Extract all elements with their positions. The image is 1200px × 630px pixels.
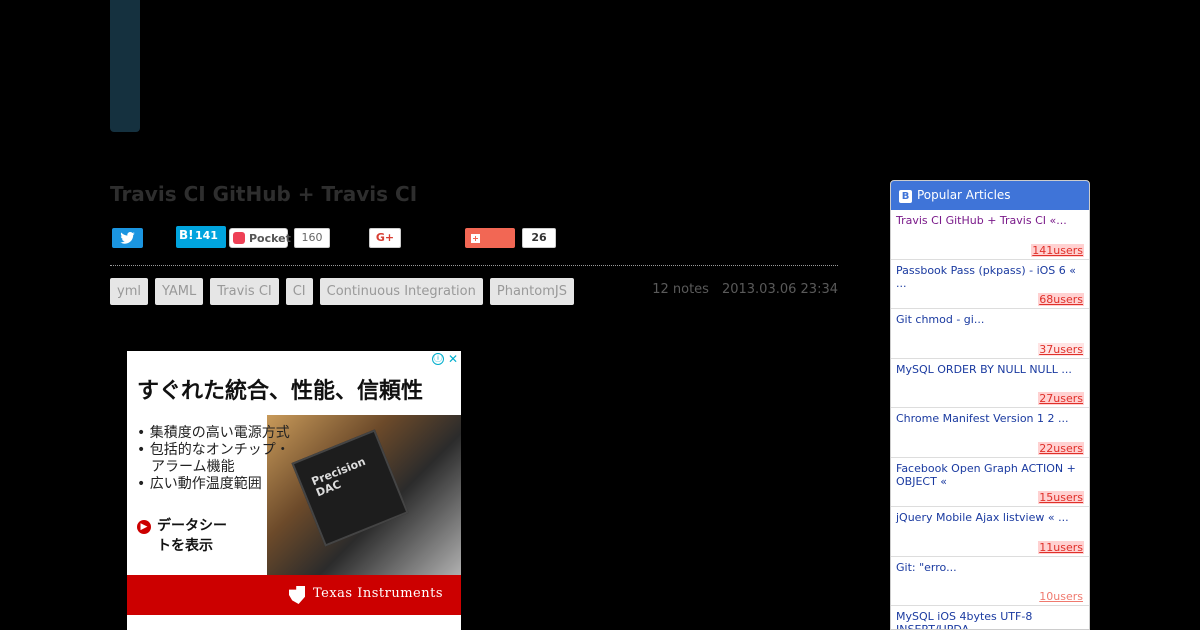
article-link[interactable]: Chrome Manifest Version 1 2 ... [896, 412, 1082, 425]
list-item: Facebook Open Graph ACTION + OBJECT « 15u… [891, 457, 1089, 507]
bookmark-users-link[interactable]: 15users [1038, 491, 1084, 504]
list-item: Chrome Manifest Version 1 2 ... 22users [891, 408, 1089, 458]
twitter-share-button[interactable] [112, 228, 143, 248]
bookmark-users-link[interactable]: 37users [1038, 342, 1084, 356]
google-plus-button[interactable]: G+ [369, 228, 401, 248]
post-title[interactable]: Travis CI GitHub + Travis CI [110, 182, 417, 206]
post-meta: 12 notes 2013.03.06 23:34 [652, 282, 838, 297]
ad-brand-bar: Texas Instruments [127, 575, 461, 615]
article-link[interactable]: jQuery Mobile Ajax listview « ... [896, 511, 1082, 524]
article-link[interactable]: MySQL ORDER BY NULL NULL ... [896, 363, 1082, 376]
twitter-bird-icon [120, 232, 135, 244]
tag-link[interactable]: Travis CI [210, 278, 279, 305]
bookmark-users-link[interactable]: 141users [1031, 243, 1084, 257]
ad-brand-name: Texas Instruments [313, 586, 444, 601]
plus-share-button[interactable] [465, 228, 515, 248]
tag-link[interactable]: CI [285, 278, 313, 305]
tag-link[interactable]: Continuous Integration [319, 278, 483, 305]
close-icon[interactable]: ✕ [448, 352, 458, 366]
ad-info-icon[interactable]: ⓘ [432, 353, 444, 365]
chip-body: Precision DAC [291, 429, 409, 547]
hatena-mark: B! [179, 228, 194, 242]
cta-line: トを表示 [157, 538, 213, 554]
ad-bullet: • 広い動作温度範囲 [137, 476, 262, 492]
divider [110, 265, 838, 266]
ad-headline: すぐれた統合、性能、信頼性 [137, 379, 424, 404]
popular-articles-widget: B Popular Articles Travis CI GitHub + Tra… [890, 180, 1090, 630]
pocket-button[interactable]: Pocket [229, 228, 291, 248]
arrow-right-icon: ▶ [137, 520, 151, 534]
tag-list: yml YAML Travis CI CI Continuous Integra… [110, 278, 581, 305]
texas-instruments-logo-icon [289, 586, 305, 604]
bookmark-users-link[interactable]: 68users [1038, 293, 1084, 306]
article-link[interactable]: Passbook Pass (pkpass) - iOS 6 « ... [896, 264, 1082, 290]
ad-choices[interactable]: ⓘ ✕ [429, 351, 461, 367]
list-item: Git: "erro... 10users [891, 556, 1089, 606]
list-item: jQuery Mobile Ajax listview « ... 11users [891, 507, 1089, 557]
list-item: MySQL ORDER BY NULL NULL ... 27users [891, 358, 1089, 408]
list-item: Passbook Pass (pkpass) - iOS 6 « ... 68us… [891, 259, 1089, 309]
share-buttons: B! 141 Pocket 160 G+ 26 [110, 226, 590, 250]
ad-bullet: • 集積度の高い電源方式 [137, 425, 290, 441]
article-link[interactable]: Git: "erro... [896, 561, 1082, 574]
tag-link[interactable]: PhantomJS [489, 278, 574, 305]
plus-share-count: 26 [522, 228, 556, 248]
datasheet-link[interactable]: ▶ データシー トを表示 [137, 516, 227, 556]
widget-header: B Popular Articles [891, 181, 1089, 210]
post-date-link[interactable]: 2013.03.06 23:34 [722, 282, 838, 297]
tag-link[interactable]: YAML [154, 278, 204, 305]
advertisement-banner[interactable]: ⓘ ✕ すぐれた統合、性能、信頼性 Precision DAC • 集積度の高い… [127, 351, 461, 630]
hatena-b-icon: B [899, 190, 912, 203]
ad-bullet: • 包括的なオンチップ・ [137, 442, 290, 458]
chip-image: Precision DAC [267, 415, 461, 575]
bookmark-users-link[interactable]: 10users [1038, 590, 1084, 603]
ad-bullets: • 集積度の高い電源方式 • 包括的なオンチップ・ アラーム機能 • 広い動作温… [137, 425, 290, 493]
article-link[interactable]: Git chmod - gi... [896, 313, 1082, 326]
popular-articles-list: Travis CI GitHub + Travis CI «... 141user… [891, 210, 1089, 629]
bookmark-users-link[interactable]: 22users [1038, 441, 1084, 455]
plus-icon [471, 234, 480, 243]
notes-count-link[interactable]: 12 notes [652, 282, 709, 297]
tag-link[interactable]: yml [110, 278, 148, 305]
list-item: Travis CI GitHub + Travis CI «... 141user… [891, 210, 1089, 260]
article-link[interactable]: MySQL iOS 4bytes UTF-8 INSERT/UPDA... [896, 610, 1082, 629]
bookmark-users-link[interactable]: 27users [1038, 392, 1084, 405]
list-item: Git chmod - gi... 37users [891, 309, 1089, 359]
hatena-count: 141 [195, 229, 218, 242]
pocket-count: 160 [294, 228, 330, 248]
pocket-icon [233, 232, 245, 244]
ad-bullet: アラーム機能 [137, 459, 235, 475]
list-item: MySQL iOS 4bytes UTF-8 INSERT/UPDA...10u… [891, 606, 1089, 629]
hatena-bookmark-button[interactable]: B! 141 [176, 226, 226, 248]
chip-label: Precision DAC [310, 455, 372, 500]
article-link[interactable]: Facebook Open Graph ACTION + OBJECT « [896, 462, 1082, 488]
bookmark-users-link[interactable]: 11users [1038, 540, 1084, 554]
blog-logo[interactable] [110, 0, 140, 132]
cta-line: データシー [157, 518, 227, 534]
widget-title: Popular Articles [917, 188, 1011, 202]
pocket-label: Pocket [249, 232, 291, 245]
article-link[interactable]: Travis CI GitHub + Travis CI «... [896, 214, 1082, 227]
